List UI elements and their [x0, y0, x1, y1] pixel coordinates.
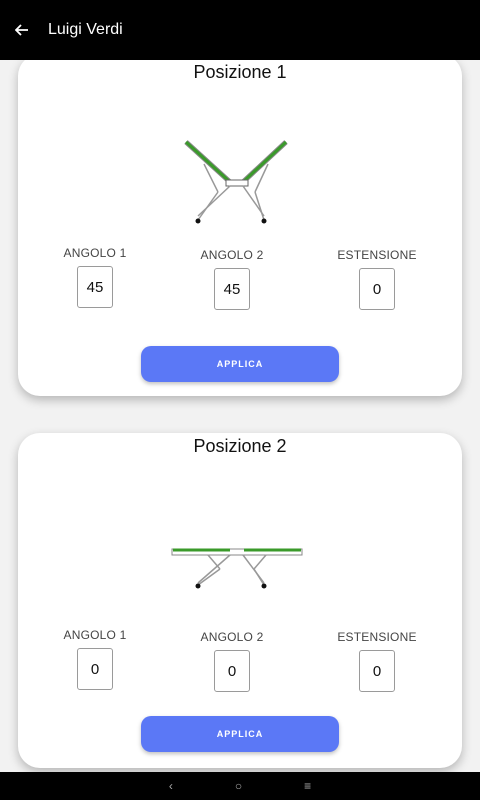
param-angolo-1: ANGOLO 1 45	[40, 246, 150, 308]
bed-illustration-flat	[171, 548, 303, 589]
estensione-field[interactable]: 0	[359, 268, 395, 310]
nav-back-icon[interactable]: ‹	[169, 779, 173, 793]
app-bar: Luigi Verdi	[0, 0, 480, 60]
back-button[interactable]	[10, 18, 34, 42]
param-label: ANGOLO 1	[63, 628, 127, 642]
apply-button[interactable]: APPLICA	[141, 716, 339, 752]
angolo-2-field[interactable]: 0	[214, 650, 250, 692]
param-label: ANGOLO 2	[200, 630, 264, 644]
bed-illustration-v	[184, 140, 288, 224]
position-title: Posizione 1	[193, 62, 287, 82]
param-label: ANGOLO 2	[200, 248, 264, 262]
param-label: ESTENSIONE	[337, 248, 417, 262]
estensione-field[interactable]: 0	[359, 650, 395, 692]
position-card-1: Posizione 1 ANGOLO 1 45 ANGOLO 2 45 ESTE…	[18, 60, 462, 396]
angolo-1-field[interactable]: 0	[77, 648, 113, 690]
param-angolo-2: ANGOLO 2 45	[177, 248, 287, 310]
angolo-1-field[interactable]: 45	[77, 266, 113, 308]
param-label: ANGOLO 1	[63, 246, 127, 260]
param-label: ESTENSIONE	[337, 630, 417, 644]
param-estensione: ESTENSIONE 0	[322, 248, 432, 310]
positions-list[interactable]: Posizione 1 ANGOLO 1 45 ANGOLO 2 45 ESTE…	[0, 60, 480, 772]
param-angolo-1: ANGOLO 1 0	[40, 628, 150, 690]
param-estensione: ESTENSIONE 0	[322, 630, 432, 692]
system-nav-bar: ‹ ○ ≡	[0, 772, 480, 800]
param-angolo-2: ANGOLO 2 0	[177, 630, 287, 692]
app-title: Luigi Verdi	[48, 21, 123, 38]
apply-button[interactable]: APPLICA	[141, 346, 339, 382]
arrow-left-icon	[15, 24, 28, 36]
nav-home-icon[interactable]: ○	[235, 779, 242, 793]
nav-menu-icon[interactable]: ≡	[304, 779, 311, 793]
angolo-2-field[interactable]: 45	[214, 268, 250, 310]
position-title: Posizione 2	[193, 436, 287, 456]
position-card-2: Posizione 2 ANGOLO 1 0 ANGOLO 2 0 ESTENS…	[18, 433, 462, 768]
